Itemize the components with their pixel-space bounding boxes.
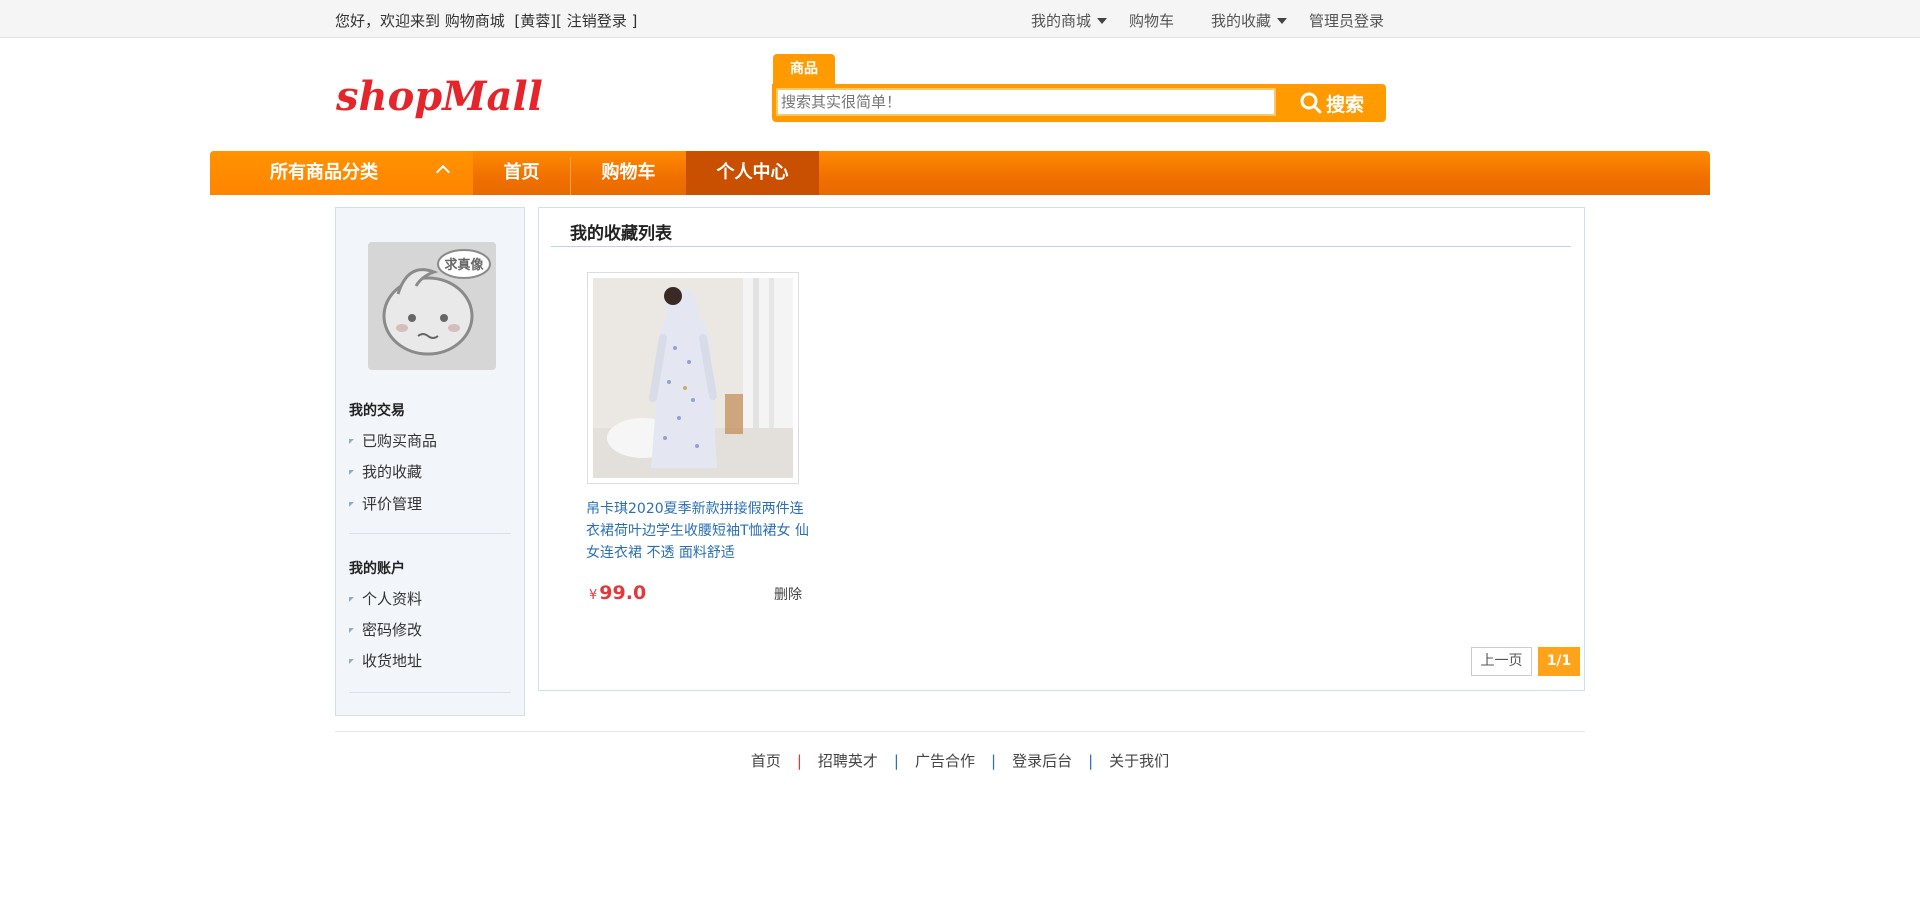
all-categories-label: 所有商品分类 bbox=[270, 162, 378, 183]
bullet-icon bbox=[349, 470, 354, 475]
favorites-dropdown[interactable]: 我的收藏 bbox=[1211, 10, 1288, 31]
prev-page-button[interactable]: 上一页 bbox=[1471, 647, 1532, 676]
favorites-panel: 我的收藏列表 帛卡琪2020夏季新款拼接假两件连衣裙荷叶边学生收腰短袖T恤裙女 … bbox=[538, 207, 1585, 691]
footer-link-careers[interactable]: 招聘英才 bbox=[818, 752, 878, 770]
sidebar-item-label: 个人资料 bbox=[362, 590, 423, 608]
my-mall-dropdown[interactable]: 我的商城 bbox=[1031, 10, 1108, 31]
bracket: ] bbox=[631, 12, 638, 30]
nav-home[interactable]: 首页 bbox=[473, 151, 570, 195]
avatar-badge-text: 求真像 bbox=[444, 257, 484, 273]
footer-link-ads[interactable]: 广告合作 bbox=[915, 752, 975, 770]
sidebar-item-label: 收货地址 bbox=[362, 652, 423, 670]
sidebar-item-purchased[interactable]: 已购买商品 bbox=[349, 430, 437, 451]
sidebar-item-favorites[interactable]: 我的收藏 bbox=[349, 461, 422, 482]
footer-link-about[interactable]: 关于我们 bbox=[1109, 752, 1169, 770]
sidebar-item-label: 已购买商品 bbox=[362, 432, 438, 450]
sidebar-item-label: 评价管理 bbox=[362, 495, 423, 513]
section-title-trades: 我的交易 bbox=[349, 403, 405, 419]
product-price: ¥99.0 bbox=[589, 582, 646, 604]
delete-favorite-button[interactable]: 删除 bbox=[774, 584, 802, 604]
shopmall-logo[interactable]: shopMall bbox=[334, 70, 554, 126]
chevron-up-icon bbox=[435, 164, 451, 180]
dress-image bbox=[593, 278, 793, 478]
footer-separator: | bbox=[1088, 752, 1094, 770]
logo-text: shopMall bbox=[335, 73, 543, 120]
admin-login-link[interactable]: 管理员登录 bbox=[1309, 10, 1384, 31]
footer-divider bbox=[335, 731, 1585, 732]
search-button[interactable]: 搜索 bbox=[1280, 87, 1384, 119]
top-bar: 您好，欢迎来到 购物商城 [黄蓉][ 注销登录 ] 我的商城 购物车 我的收藏 … bbox=[0, 0, 1920, 38]
divider bbox=[349, 692, 511, 693]
sidebar-item-label: 密码修改 bbox=[362, 621, 423, 639]
footer-links: 首页 | 招聘英才 | 广告合作 | 登录后台 | 关于我们 bbox=[0, 750, 1920, 771]
logo-graphic: shopMall bbox=[335, 73, 543, 120]
main-nav: 所有商品分类 首页 购物车 个人中心 bbox=[210, 151, 1710, 195]
search-input[interactable] bbox=[776, 88, 1276, 116]
caret-down-icon bbox=[1277, 17, 1288, 24]
sidebar-item-profile[interactable]: 个人资料 bbox=[349, 588, 422, 609]
footer-link-home[interactable]: 首页 bbox=[751, 752, 781, 770]
welcome-text: 您好，欢迎来到 购物商城 [黄蓉][ 注销登录 ] bbox=[335, 10, 637, 31]
my-mall-label: 我的商城 bbox=[1031, 12, 1092, 30]
bullet-icon bbox=[349, 597, 354, 602]
sidebar-item-password[interactable]: 密码修改 bbox=[349, 619, 422, 640]
logout-link[interactable]: 注销登录 bbox=[567, 12, 627, 30]
search-tab-products[interactable]: 商品 bbox=[773, 54, 835, 84]
avatar[interactable]: 求真像 bbox=[368, 242, 496, 370]
bracket: ][ bbox=[550, 12, 562, 30]
username-link[interactable]: 黄蓉 bbox=[520, 12, 550, 30]
bullet-icon bbox=[349, 439, 354, 444]
caret-down-icon bbox=[1097, 17, 1108, 24]
favorites-label: 我的收藏 bbox=[1211, 12, 1272, 30]
current-page-indicator: 1/1 bbox=[1538, 647, 1580, 676]
footer-separator: | bbox=[796, 752, 802, 770]
bullet-icon bbox=[349, 628, 354, 633]
sidebar-item-label: 我的收藏 bbox=[362, 463, 423, 481]
all-categories-toggle[interactable]: 所有商品分类 bbox=[210, 151, 473, 195]
top-cart-link[interactable]: 购物车 bbox=[1129, 10, 1174, 31]
bullet-icon bbox=[349, 502, 354, 507]
divider bbox=[349, 533, 511, 534]
nav-personal-center[interactable]: 个人中心 bbox=[686, 151, 819, 195]
page-title: 我的收藏列表 bbox=[570, 224, 672, 244]
product-image-link[interactable] bbox=[587, 272, 799, 484]
search-icon bbox=[1300, 92, 1322, 114]
greeting-text: 您好，欢迎来到 购物商城 bbox=[335, 12, 505, 30]
search-button-label: 搜索 bbox=[1325, 93, 1364, 116]
nav-cart[interactable]: 购物车 bbox=[571, 151, 686, 195]
account-sidebar: 求真像 我的交易 已购买商品 我的收藏 评价管理 我的账户 个人资料 密码修改 … bbox=[335, 207, 525, 716]
search-box: 搜索 bbox=[772, 84, 1386, 122]
title-divider bbox=[551, 246, 1571, 247]
sidebar-item-address[interactable]: 收货地址 bbox=[349, 650, 422, 671]
sidebar-item-reviews[interactable]: 评价管理 bbox=[349, 493, 422, 514]
section-title-account: 我的账户 bbox=[349, 561, 405, 577]
bullet-icon bbox=[349, 659, 354, 664]
product-name-link[interactable]: 帛卡琪2020夏季新款拼接假两件连衣裙荷叶边学生收腰短袖T恤裙女 仙女连衣裙 不… bbox=[586, 498, 810, 564]
footer-separator: | bbox=[991, 752, 997, 770]
footer-separator: | bbox=[893, 752, 899, 770]
currency-symbol: ¥ bbox=[589, 588, 598, 603]
default-avatar-image: 求真像 bbox=[368, 242, 496, 370]
footer-link-admin[interactable]: 登录后台 bbox=[1012, 752, 1072, 770]
product-photo bbox=[593, 278, 793, 478]
price-value: 99.0 bbox=[599, 582, 647, 604]
